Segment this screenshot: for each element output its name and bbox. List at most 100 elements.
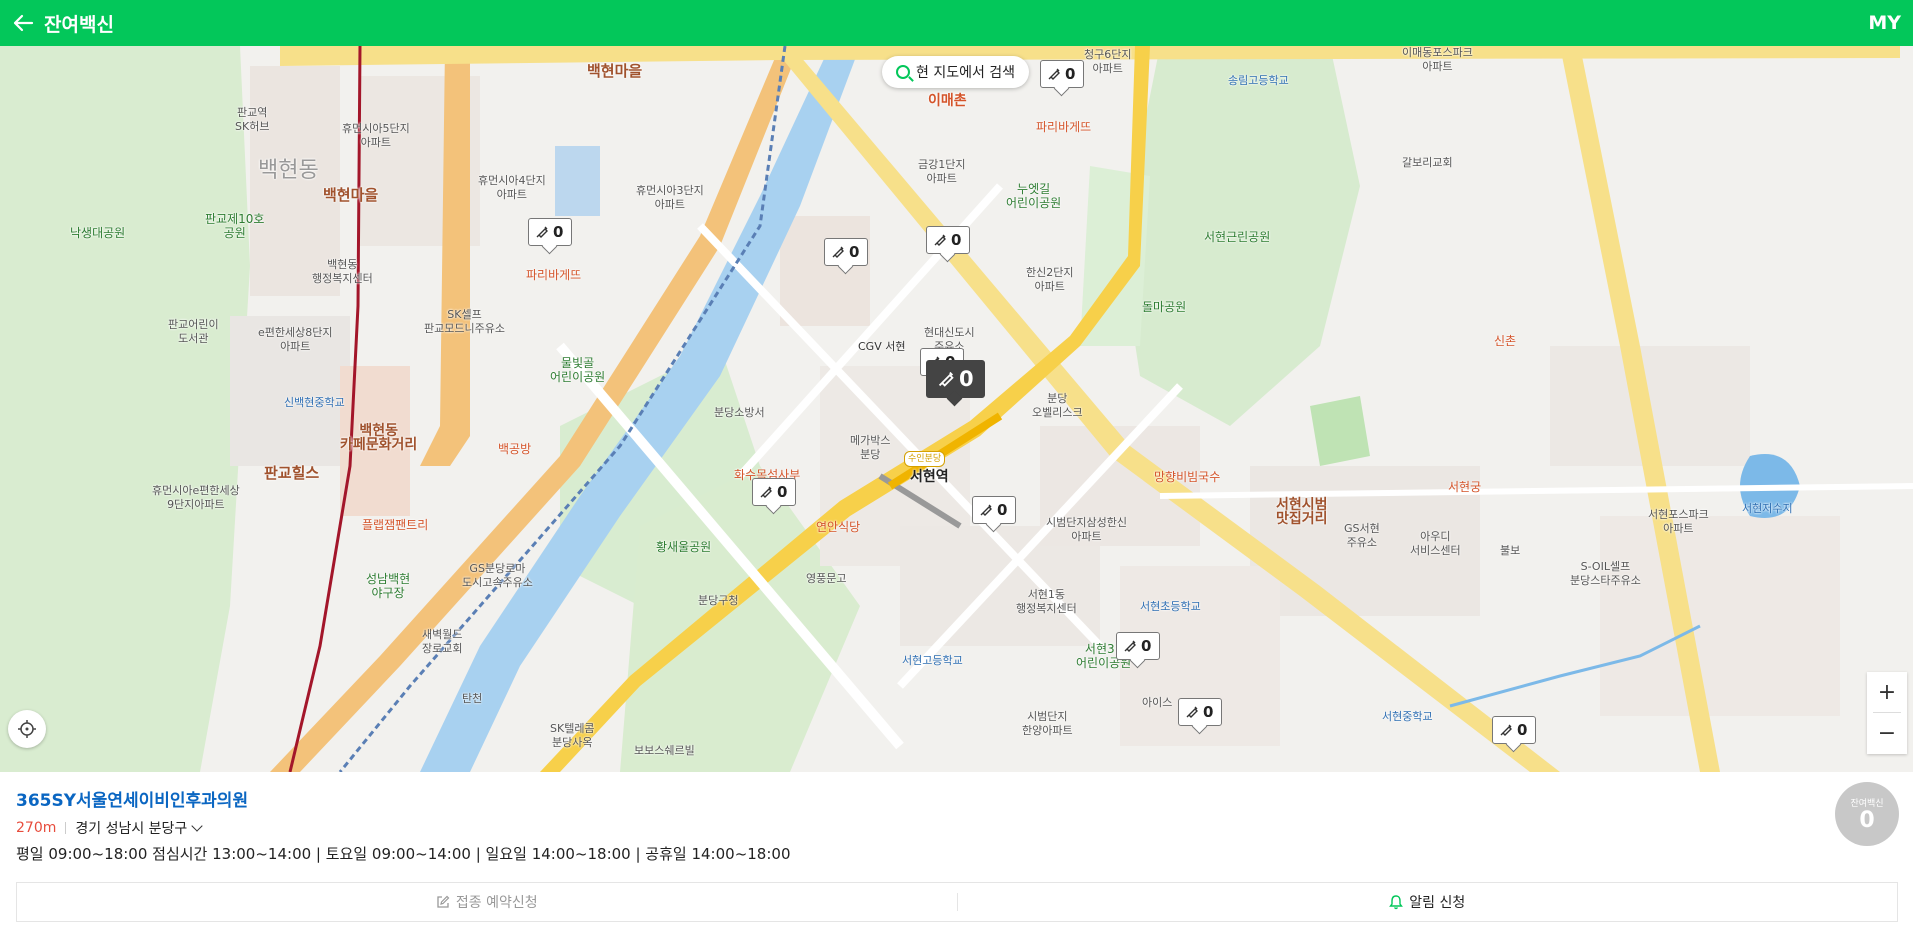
action-bar: 접종 예약신청 알림 신청 — [16, 882, 1898, 922]
syringe-icon — [760, 486, 772, 498]
clinic-info-panel: 365SY서울연세이비인후과의원 270m 경기 성남시 분당구 평일 09:0… — [0, 772, 1913, 941]
map-label-seohyeon-elem: 서현초등학교 — [1140, 600, 1201, 613]
map-label-naksaengdae: 낙생대공원 — [70, 226, 126, 240]
map-label-hyumansia3: 휴먼시아3단지 아파트 — [636, 184, 704, 211]
map-label-seohyeon-high: 서현고등학교 — [902, 654, 963, 667]
map-label-s-oil: S-OIL셀프 분당스타주유소 — [1570, 560, 1641, 587]
syringe-icon — [832, 246, 844, 258]
marker-count: 0 — [951, 231, 962, 249]
map-label-pangyo-library: 판교어린이 도서관 — [168, 318, 219, 345]
map-label-flattum: 플랩잼팬트리 — [362, 518, 429, 532]
chevron-down-icon[interactable] — [191, 819, 203, 832]
map-label-sinjeon: 신촌 — [1494, 334, 1517, 348]
crosshair-icon — [18, 720, 36, 738]
map-label-pangyo-sk: 판교역 SK허브 — [235, 106, 270, 133]
vaccine-marker[interactable]: 0 — [1492, 716, 1536, 744]
notify-button[interactable]: 알림 신청 — [958, 883, 1898, 921]
map-label-seohyeon-park: 서현근린공원 — [1204, 230, 1271, 244]
syringe-icon — [1500, 724, 1512, 736]
map-label-galbori: 갈보리교회 — [1402, 156, 1453, 169]
map-label-mulbitgol: 물빛골 어린이공원 — [550, 356, 606, 384]
map-label-bundang-obelisk: 분당 오벨리스크 — [1032, 392, 1083, 419]
syringe-icon — [1048, 68, 1060, 80]
map-label-songrim: 송림고등학교 — [1228, 74, 1289, 87]
map-label-hansin2: 한신2단지 아파트 — [1026, 266, 1074, 293]
syringe-icon — [980, 504, 992, 516]
vaccine-marker[interactable]: 0 — [1040, 60, 1084, 88]
map-label-baekhyeon-maeul: 백현마을 — [323, 186, 379, 204]
map-view[interactable]: 백현마을 백현동 백현마을 판교역 SK허브 휴먼시아5단지 아파트 휴먼시아4… — [0, 46, 1913, 772]
map-label-geumgang1: 금강1단지 아파트 — [918, 158, 966, 185]
marker-count: 0 — [849, 243, 860, 261]
map-label-baekhyeondong-center: 백현동 행정복지센터 — [312, 258, 373, 285]
vaccine-marker[interactable]: 0 — [972, 496, 1016, 524]
my-button[interactable]: MY — [1868, 0, 1901, 46]
map-label-pangyo-hills: 판교힐스 — [264, 464, 320, 482]
vaccine-marker[interactable]: 0 — [824, 238, 868, 266]
map-label-parisbaguette-left: 파리바게뜨 — [526, 268, 582, 282]
map-label-gs-seohyeon: GS서현 주유소 — [1344, 522, 1380, 549]
marker-count: 0 — [1517, 721, 1528, 739]
vaccine-marker[interactable]: 0 — [926, 226, 970, 254]
remaining-vaccine-badge: 잔여백신 0 — [1835, 782, 1899, 846]
zoom-out-button[interactable]: − — [1867, 713, 1907, 753]
search-current-map-button[interactable]: 현 지도에서 검색 — [882, 56, 1030, 88]
reserve-button[interactable]: 접종 예약신청 — [17, 883, 957, 921]
clinic-name[interactable]: 365SY서울연세이비인후과의원 — [16, 786, 248, 811]
map-label-epyeonhan8: e편한세상8단지 아파트 — [258, 326, 333, 353]
map-label-seohyeon-reservoir: 서현저수지 — [1742, 502, 1793, 515]
vaccine-marker-selected[interactable]: 0 — [926, 360, 985, 398]
map-label-yeongpung: 영풍문고 — [806, 572, 847, 585]
notify-label: 알림 신청 — [1409, 895, 1466, 911]
reserve-label: 접종 예약신청 — [455, 895, 538, 911]
map-label-bulbo: 불보 — [1500, 544, 1521, 557]
map-label-baekhyeon-maeul-top: 백현마을 — [587, 62, 643, 80]
map-label-seohyeon1-center: 서현1동 행정복지센터 — [1016, 588, 1077, 615]
marker-count: 0 — [1203, 703, 1214, 721]
map-label-bobos: 보보스쉐르빌 — [634, 744, 695, 757]
arrow-left-icon — [13, 14, 34, 32]
map-label-isaepo: 이매동포스파크 아파트 — [1402, 46, 1473, 73]
map-label-tancheon: 탄천 — [462, 692, 483, 705]
syringe-icon — [536, 226, 548, 238]
search-current-map-label: 현 지도에서 검색 — [916, 65, 1016, 81]
vaccine-marker[interactable]: 0 — [528, 218, 572, 246]
map-label-hwangsaeul: 황새울공원 — [656, 540, 712, 554]
map-label-mangyang: 망향비빔국수 — [1154, 470, 1221, 484]
zoom-in-button[interactable]: + — [1867, 672, 1907, 712]
vaccine-marker[interactable]: 0 — [752, 478, 796, 506]
map-label-baekgongbang: 백공방 — [498, 442, 532, 456]
remaining-vaccine-label: 잔여백신 — [1850, 798, 1884, 809]
clinic-meta: 270m 경기 성남시 분당구 — [16, 818, 203, 838]
map-label-seohyeon-food: 서현시범 맛집거리 — [1276, 497, 1328, 527]
map-label-megabox: 메가박스 분당 — [850, 434, 891, 461]
marker-count: 0 — [1065, 65, 1076, 83]
map-label-hyumansia5: 휴먼시아5단지 아파트 — [342, 122, 410, 149]
remaining-vaccine-count: 0 — [1859, 807, 1875, 833]
map-label-cheonggu6: 청구6단지 아파트 — [1084, 48, 1132, 75]
map-label-hyumansia9: 휴먼시아e편한세상 9단지아파트 — [152, 484, 240, 511]
map-label-sk-telecom: SK텔레콤 분당사옥 — [550, 722, 595, 749]
map-label-seohyeon-spark: 서현포스파크 아파트 — [1648, 508, 1709, 535]
search-icon — [896, 65, 910, 79]
current-location-button[interactable] — [8, 710, 46, 748]
vaccine-marker[interactable]: 0 — [1116, 632, 1160, 660]
marker-count: 0 — [1141, 637, 1152, 655]
map-label-audi: 아우디 서비스센터 — [1410, 530, 1461, 557]
meta-separator — [65, 822, 67, 834]
syringe-icon — [938, 371, 954, 387]
clinic-hours: 평일 09:00~18:00 점심시간 13:00~14:00 | 토요일 09… — [16, 845, 791, 863]
zoom-controls: + − — [1867, 672, 1907, 754]
back-button[interactable] — [0, 0, 46, 46]
map-label-seohyeongung: 서현궁 — [1448, 480, 1482, 494]
map-label-nuetgil: 누엣길 어린이공원 — [1006, 182, 1062, 210]
map-label-ihwacheon: 이매촌 — [928, 93, 967, 109]
marker-count: 0 — [959, 367, 974, 391]
clinic-address[interactable]: 경기 성남시 분당구 — [75, 818, 187, 838]
marker-count: 0 — [777, 483, 788, 501]
marker-count: 0 — [553, 223, 564, 241]
vaccine-marker[interactable]: 0 — [1178, 698, 1222, 726]
map-label-sibeom-hanyang: 시범단지 한양아파트 — [1022, 710, 1073, 737]
edit-icon — [437, 895, 450, 908]
map-label-parisbaguette-top: 파리바게뜨 — [1036, 120, 1092, 134]
